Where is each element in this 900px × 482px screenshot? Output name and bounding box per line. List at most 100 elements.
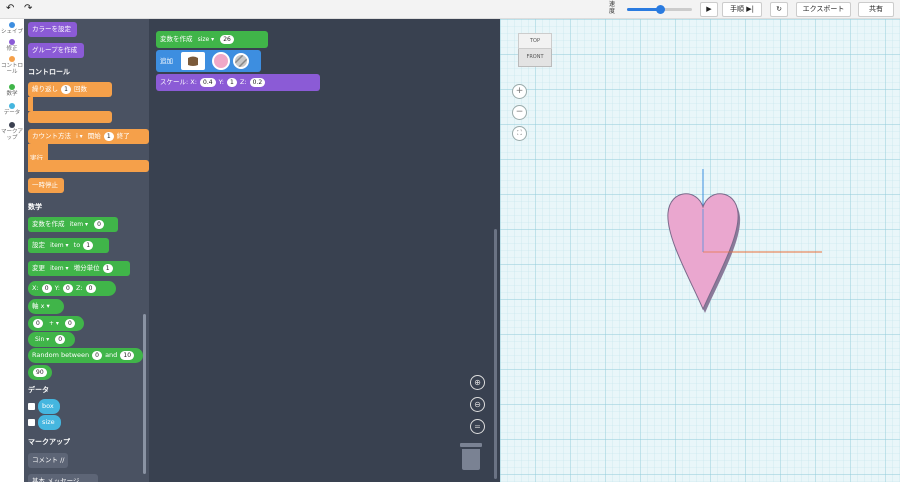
category-label: 修正	[6, 46, 18, 52]
xyz-block[interactable]: X: 0 Y: 0 Z: 0	[28, 281, 116, 296]
arith-op-dropdown[interactable]: + ▾	[49, 316, 59, 331]
ws-scale-block[interactable]: スケール: X: 0.4 Y: 1 Z: 0.2	[156, 74, 320, 91]
random-from-input[interactable]: 0	[92, 350, 102, 360]
export-button[interactable]: エクスポート	[796, 2, 851, 17]
fit-view-icon[interactable]: ⛶	[512, 126, 527, 141]
count-var-dropdown[interactable]: i ▾	[76, 129, 83, 144]
comment-block[interactable]: コメント //	[28, 453, 68, 468]
category-label: コントロール	[0, 63, 23, 75]
data-var-size[interactable]: size	[38, 415, 61, 430]
repeat-block-footer	[28, 111, 112, 123]
data-var-box[interactable]: box	[38, 399, 60, 414]
zoom-out-icon[interactable]: ⊖	[470, 397, 485, 412]
set-color-block[interactable]: カラーを設定	[28, 22, 77, 37]
zoom-in-icon[interactable]: ⊕	[470, 375, 485, 390]
pause-block[interactable]: 一時停止	[28, 178, 64, 193]
xyz-z-input[interactable]: 0	[85, 283, 96, 293]
category-list: シェイプ 修正 コントロール 数学 データ マークアップ	[0, 19, 24, 482]
category-modify[interactable]: 修正	[0, 39, 24, 52]
variable-name: item	[69, 221, 84, 228]
arith-a-input[interactable]: 0	[33, 318, 43, 328]
count-with-block[interactable]: カウント方法 i ▾ 開始 1 終了	[28, 129, 149, 144]
xyz-x-input[interactable]: 0	[41, 283, 52, 293]
ws-scale-z-input[interactable]: 0.2	[249, 77, 266, 87]
create-variable-block[interactable]: 変数を作成 item ▾ 0	[28, 217, 118, 232]
heart-shape-icon[interactable]	[181, 52, 205, 70]
minus-icon[interactable]: −	[512, 105, 527, 120]
ws-create-variable-block[interactable]: 変数を作成 size ▾ 26	[156, 31, 268, 48]
trash-icon[interactable]	[460, 443, 482, 470]
ws-variable-value-input[interactable]: 26	[220, 34, 234, 44]
speed-slider-handle[interactable]	[655, 5, 665, 14]
reset-icon: ↻	[776, 5, 782, 13]
data-var-checkbox-box[interactable]	[28, 403, 35, 410]
zoom-reset-icon[interactable]: =	[470, 419, 485, 434]
category-control[interactable]: コントロール	[0, 56, 24, 75]
category-markup[interactable]: マークアップ	[0, 122, 24, 141]
count-start-label: 開始	[87, 132, 101, 140]
change-variable-name: item	[50, 265, 64, 272]
set-variable-block[interactable]: 設定 item ▾ to 1	[28, 238, 109, 253]
ws-add-block[interactable]: 追加	[156, 50, 261, 72]
random-to-input[interactable]: 10	[120, 350, 135, 360]
math-header: 数学	[28, 203, 42, 211]
control-header: コントロール	[28, 68, 70, 76]
undo-arrow-icon[interactable]: ↶	[6, 3, 14, 15]
flyout-scrollbar[interactable]	[143, 314, 146, 474]
set-variable-dropdown[interactable]: item ▾	[50, 238, 68, 253]
block-workspace[interactable]: 変数を作成 size ▾ 26 追加 スケール: X: 0.4 Y: 1 Z: …	[149, 19, 500, 482]
sin-block[interactable]: Sin ▾ 0	[28, 332, 75, 347]
category-shapes[interactable]: シェイプ	[0, 22, 24, 35]
category-dot	[9, 22, 15, 28]
number-input[interactable]: 90	[33, 367, 47, 377]
arith-b-input[interactable]: 0	[64, 318, 75, 328]
count-start-input[interactable]: 1	[103, 131, 114, 141]
category-dot	[9, 56, 15, 62]
category-data[interactable]: データ	[0, 103, 24, 116]
change-variable-dropdown[interactable]: item ▾	[50, 261, 68, 276]
set-value-input[interactable]: 1	[83, 240, 94, 250]
ws-scale-x-input[interactable]: 0.4	[200, 77, 216, 87]
ws-variable-dropdown[interactable]: size ▾	[198, 31, 215, 48]
category-math[interactable]: 数学	[0, 84, 24, 97]
step-button[interactable]: 手順 ▶|	[722, 2, 762, 17]
create-group-block[interactable]: グループを作成	[28, 43, 84, 58]
trash-can	[462, 449, 480, 470]
3d-viewport[interactable]: TOP FRONT + − ⛶	[500, 19, 900, 482]
variable-value-input[interactable]: 0	[94, 219, 104, 229]
ws-scale-y-input[interactable]: 1	[227, 77, 237, 87]
change-value-input[interactable]: 1	[102, 263, 113, 273]
speed-slider[interactable]	[627, 5, 692, 14]
arithmetic-block[interactable]: 0 + ▾ 0	[28, 316, 84, 331]
play-button[interactable]: ▶	[700, 2, 718, 17]
redo-arrow-icon[interactable]: ↷	[24, 3, 32, 15]
category-label: シェイプ	[0, 29, 23, 35]
xyz-y-label: Y:	[54, 284, 60, 292]
view-cube-top[interactable]: TOP	[518, 33, 552, 49]
variable-dropdown[interactable]: item ▾	[70, 217, 88, 232]
random-between-block[interactable]: Random between 0 and 10	[28, 348, 143, 363]
repeat-count-input[interactable]: 1	[61, 84, 71, 94]
category-dot	[9, 84, 15, 90]
share-button[interactable]: 共有	[858, 2, 894, 17]
data-var-checkbox-size[interactable]	[28, 419, 35, 426]
sin-value-input[interactable]: 0	[55, 334, 66, 344]
axis-dropdown[interactable]: 軸 x ▾	[32, 302, 50, 310]
hollow-pattern-icon[interactable]	[233, 53, 249, 69]
change-variable-block[interactable]: 変更 item ▾ 増分単位 1	[28, 261, 130, 276]
reset-button[interactable]: ↻	[770, 2, 788, 17]
category-dot	[9, 103, 15, 109]
repeat-label: 繰り返し	[32, 85, 58, 93]
view-cube[interactable]: TOP FRONT	[518, 33, 552, 69]
plus-icon[interactable]: +	[512, 84, 527, 99]
color-swatch[interactable]	[212, 52, 230, 70]
trig-dropdown[interactable]: Sin ▾	[35, 332, 49, 347]
xyz-y-input[interactable]: 0	[63, 283, 73, 293]
workspace-scrollbar[interactable]	[494, 229, 497, 479]
view-cube-front[interactable]: FRONT	[518, 49, 552, 67]
repeat-block[interactable]: 繰り返し 1 回数	[28, 82, 112, 97]
partial-markup-block[interactable]: 基本 メッセージ	[28, 474, 98, 482]
ws-add-label: 追加	[160, 57, 173, 65]
number-block[interactable]: 90	[28, 365, 52, 380]
axis-block[interactable]: 軸 x ▾	[28, 299, 64, 314]
